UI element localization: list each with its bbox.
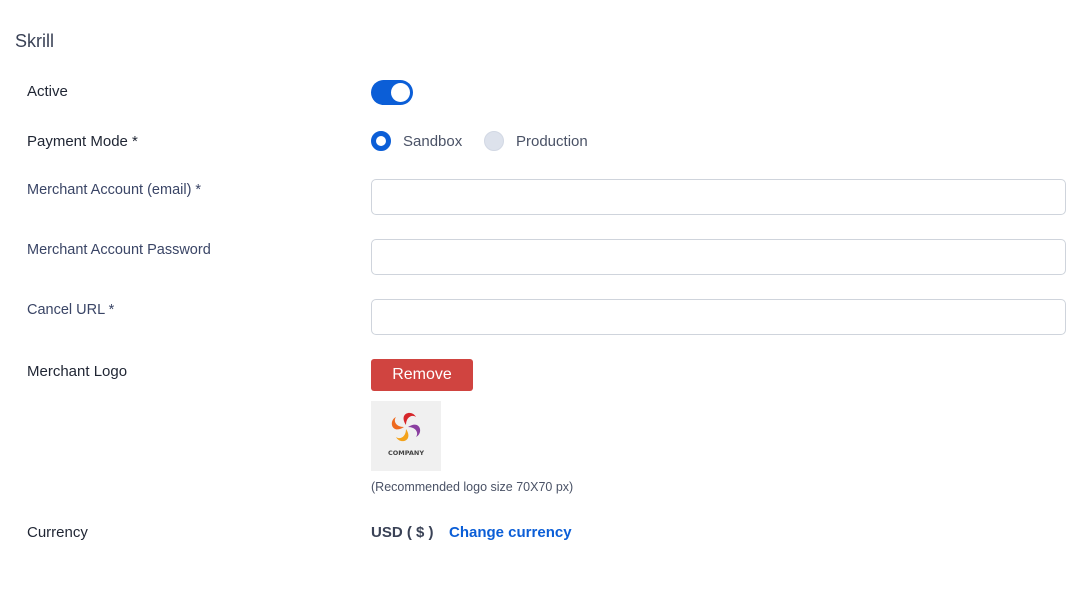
currency-label: Currency <box>27 524 88 541</box>
company-logo-icon <box>391 412 421 442</box>
merchant-logo-image: COMPANY <box>371 401 441 471</box>
cancel-url-input[interactable] <box>371 299 1066 335</box>
sandbox-radio-label[interactable]: Sandbox <box>403 133 462 150</box>
remove-logo-button[interactable]: Remove <box>371 359 473 391</box>
currency-value: USD ( $ ) <box>371 524 434 541</box>
cancel-url-label: Cancel URL * <box>27 302 115 318</box>
merchant-password-input[interactable] <box>371 239 1066 275</box>
logo-text: COMPANY <box>387 449 425 457</box>
radio-unchecked-icon[interactable] <box>484 131 504 151</box>
production-radio[interactable]: Production <box>484 131 588 151</box>
merchant-email-input[interactable] <box>371 179 1066 215</box>
active-label: Active <box>27 83 68 100</box>
sandbox-radio[interactable]: Sandbox <box>371 131 462 151</box>
production-radio-label[interactable]: Production <box>516 133 588 150</box>
merchant-email-label: Merchant Account (email) * <box>27 182 202 198</box>
section-title: Skrill <box>15 31 54 51</box>
change-currency-link[interactable]: Change currency <box>449 524 572 541</box>
merchant-password-label: Merchant Account Password <box>27 242 211 258</box>
radio-checked-icon[interactable] <box>371 131 391 151</box>
toggle-knob <box>391 83 410 102</box>
active-toggle[interactable] <box>371 80 413 105</box>
merchant-logo-label: Merchant Logo <box>27 363 128 380</box>
payment-mode-label: Payment Mode * <box>27 133 138 150</box>
logo-size-hint: (Recommended logo size 70X70 px) <box>371 480 574 494</box>
